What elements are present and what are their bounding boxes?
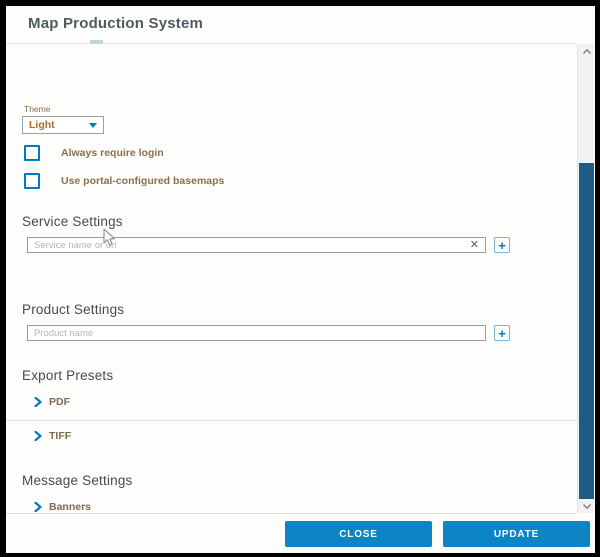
service-settings-heading: Service Settings	[22, 214, 123, 229]
always-require-login-row: Always require login	[24, 145, 164, 161]
plus-icon: +	[498, 239, 506, 252]
chevron-right-icon	[34, 397, 42, 407]
theme-selected-value: Light	[29, 119, 55, 131]
export-presets-heading: Export Presets	[22, 368, 113, 383]
map-production-system-dialog: Map Production System Theme Light Always…	[6, 6, 595, 553]
scroll-up-icon[interactable]	[578, 44, 595, 58]
add-service-button[interactable]: +	[494, 237, 510, 253]
message-settings-heading: Message Settings	[22, 473, 133, 488]
chevron-right-icon	[34, 502, 42, 512]
service-name-input[interactable]	[32, 239, 468, 252]
preset-label: TIFF	[49, 430, 71, 442]
vertical-scrollbar[interactable]	[577, 44, 594, 513]
page-title: Map Production System	[28, 15, 203, 32]
chevron-right-icon	[34, 431, 42, 441]
product-settings-heading: Product Settings	[22, 302, 124, 317]
theme-select[interactable]: Light	[22, 116, 104, 134]
checkbox-label: Use portal-configured basemaps	[61, 175, 224, 187]
product-name-field-wrap	[27, 325, 486, 341]
service-name-field-wrap: ✕	[27, 237, 486, 253]
scrollbar-thumb[interactable]	[579, 163, 594, 499]
settings-scroll-area: Theme Light Always require login Use por…	[6, 44, 577, 514]
update-button[interactable]: UPDATE	[443, 521, 590, 547]
clear-x-icon[interactable]: ✕	[468, 240, 481, 251]
banners-label: Banners	[49, 501, 91, 513]
product-name-input[interactable]	[32, 327, 481, 340]
use-portal-basemaps-checkbox[interactable]	[24, 173, 40, 189]
chevron-down-icon	[89, 123, 97, 128]
preset-tiff-expander[interactable]: TIFF	[34, 430, 71, 442]
checkbox-label: Always require login	[61, 147, 164, 159]
banners-expander[interactable]: Banners	[34, 501, 91, 513]
use-portal-basemaps-row: Use portal-configured basemaps	[24, 173, 224, 189]
preset-label: PDF	[49, 396, 70, 408]
scroll-down-icon[interactable]	[578, 499, 595, 513]
plus-icon: +	[498, 327, 506, 340]
preset-pdf-expander[interactable]: PDF	[34, 396, 70, 408]
close-button[interactable]: CLOSE	[285, 521, 432, 547]
preset-divider	[6, 420, 577, 421]
add-product-button[interactable]: +	[494, 325, 510, 341]
theme-label: Theme	[24, 104, 50, 114]
always-require-login-checkbox[interactable]	[24, 145, 40, 161]
